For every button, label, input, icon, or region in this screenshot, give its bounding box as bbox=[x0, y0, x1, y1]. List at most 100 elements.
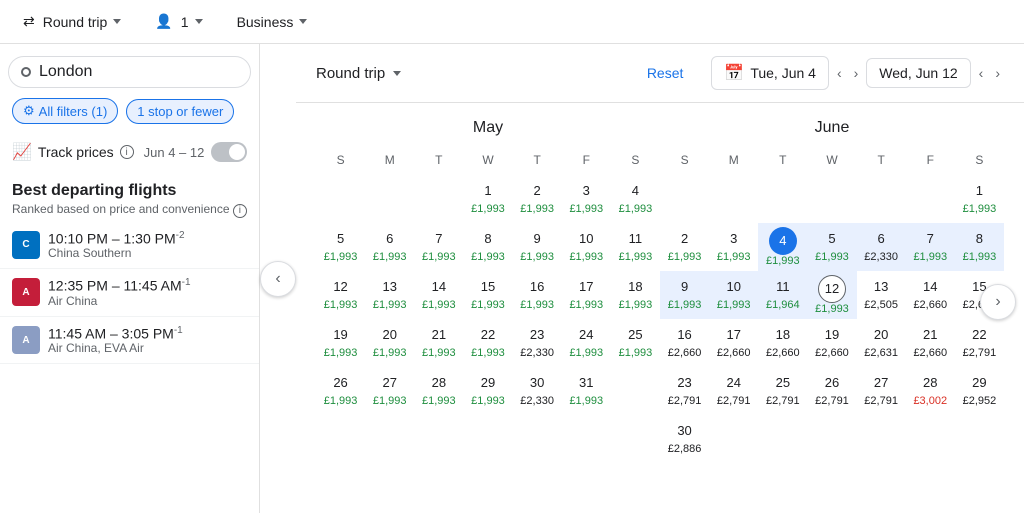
all-filters-label: All filters (1) bbox=[39, 104, 108, 119]
calendar-cell[interactable]: 13£2,505 bbox=[857, 271, 906, 319]
calendar-cell[interactable]: 21£2,660 bbox=[906, 319, 955, 367]
cabin-class-chevron bbox=[299, 19, 307, 24]
calendar-prev-button[interactable]: ‹ bbox=[260, 261, 296, 297]
return-prev-button[interactable]: ‹ bbox=[975, 63, 988, 83]
flight-item[interactable]: A11:45 AM – 3:05 PM-1Air China, EVA Air bbox=[0, 317, 259, 365]
calendar-cell[interactable]: 29£1,993 bbox=[463, 367, 512, 415]
calendar-cell[interactable]: 2£1,993 bbox=[660, 223, 709, 271]
calendar-cell[interactable]: 21£1,993 bbox=[414, 319, 463, 367]
calendar-cell[interactable]: 25£1,993 bbox=[611, 319, 660, 367]
calendar-day-number: 9 bbox=[534, 227, 541, 251]
calendar-cell[interactable]: 26£2,791 bbox=[807, 367, 856, 415]
calendar-day-number: 24 bbox=[579, 323, 593, 347]
calendar-cell[interactable]: 23£2,791 bbox=[660, 367, 709, 415]
depart-prev-button[interactable]: ‹ bbox=[833, 63, 846, 83]
calendar-cell[interactable]: 30£2,886 bbox=[660, 415, 709, 463]
calendar-cell[interactable]: 8£1,993 bbox=[463, 223, 512, 271]
calendar-cell[interactable]: 9£1,993 bbox=[660, 271, 709, 319]
calendar-cell[interactable]: 7£1,993 bbox=[414, 223, 463, 271]
calendar-cell[interactable]: 9£1,993 bbox=[513, 223, 562, 271]
calendar-day-number: 29 bbox=[972, 371, 986, 395]
calendar-cell[interactable]: 17£2,660 bbox=[709, 319, 758, 367]
search-row[interactable]: London bbox=[8, 56, 251, 88]
calendar-cell[interactable]: 20£2,631 bbox=[857, 319, 906, 367]
calendar-cell[interactable]: 14£1,993 bbox=[414, 271, 463, 319]
calendar-trip-type-selector[interactable]: Round trip bbox=[316, 65, 401, 82]
calendar-cell[interactable]: 16£2,660 bbox=[660, 319, 709, 367]
calendar-cell[interactable]: 28£3,002 bbox=[906, 367, 955, 415]
calendar-day-number: 20 bbox=[382, 323, 396, 347]
calendar-day-number: 5 bbox=[828, 227, 835, 251]
calendar-cell[interactable]: 4£1,993 bbox=[758, 223, 807, 271]
calendar-cell[interactable]: 12£1,993 bbox=[807, 271, 856, 319]
calendar-day-price: £2,886 bbox=[668, 443, 702, 455]
calendar-cell[interactable]: 28£1,993 bbox=[414, 367, 463, 415]
calendar-cell[interactable]: 7£1,993 bbox=[906, 223, 955, 271]
calendar-cell[interactable]: 6£2,330 bbox=[857, 223, 906, 271]
calendar-day-number: 18 bbox=[776, 323, 790, 347]
calendar-cell[interactable]: 26£1,993 bbox=[316, 367, 365, 415]
cabin-class-button[interactable]: Business bbox=[226, 9, 319, 35]
calendar-cell[interactable]: 23£2,330 bbox=[513, 319, 562, 367]
calendar-cell[interactable]: 3£1,993 bbox=[709, 223, 758, 271]
calendar-cell[interactable]: 24£2,791 bbox=[709, 367, 758, 415]
calendar-cell[interactable]: 27£2,791 bbox=[857, 367, 906, 415]
trip-type-button[interactable]: ⇄ Round trip bbox=[12, 8, 132, 35]
calendar-cell[interactable]: 17£1,993 bbox=[562, 271, 611, 319]
best-flights-info-icon[interactable]: i bbox=[233, 204, 247, 218]
depart-next-button[interactable]: › bbox=[850, 63, 863, 83]
calendar-cell[interactable]: 30£2,330 bbox=[513, 367, 562, 415]
calendar-cell[interactable]: 13£1,993 bbox=[365, 271, 414, 319]
calendar-cell[interactable]: 2£1,993 bbox=[513, 175, 562, 223]
calendar-cell[interactable]: 15£1,993 bbox=[463, 271, 512, 319]
calendar-cell[interactable]: 10£1,993 bbox=[562, 223, 611, 271]
calendar-cell[interactable]: 1£1,993 bbox=[955, 175, 1004, 223]
calendar-day-price: £1,993 bbox=[963, 251, 997, 263]
calendar-cell[interactable]: 1£1,993 bbox=[463, 175, 512, 223]
reset-button[interactable]: Reset bbox=[647, 65, 684, 81]
passengers-button[interactable]: 👤 1 bbox=[144, 8, 213, 35]
calendar-cell[interactable]: 11£1,993 bbox=[611, 223, 660, 271]
depart-date-box[interactable]: 📅 Tue, Jun 4 bbox=[711, 56, 829, 90]
all-filters-button[interactable]: ⚙ All filters (1) bbox=[12, 98, 118, 124]
track-prices-info-icon[interactable]: i bbox=[120, 145, 134, 159]
return-date-box[interactable]: Wed, Jun 12 bbox=[866, 58, 970, 88]
calendar-cell[interactable]: 29£2,952 bbox=[955, 367, 1004, 415]
calendar-cell[interactable]: 6£1,993 bbox=[365, 223, 414, 271]
track-prices-toggle[interactable] bbox=[211, 142, 247, 162]
calendar-cell[interactable]: 4£1,993 bbox=[611, 175, 660, 223]
calendar-cell[interactable]: 18£1,993 bbox=[611, 271, 660, 319]
flight-item[interactable]: A12:35 PM – 11:45 AM-1Air China bbox=[0, 269, 259, 317]
right-panel: Round trip Reset 📅 Tue, Jun 4 ‹ › Wed, J… bbox=[296, 44, 1024, 513]
calendar-cell[interactable]: 31£1,993 bbox=[562, 367, 611, 415]
calendar-cell[interactable]: 22£2,791 bbox=[955, 319, 1004, 367]
calendar-cell bbox=[709, 415, 758, 463]
calendar-cell[interactable]: 27£1,993 bbox=[365, 367, 414, 415]
calendar-next-button[interactable]: › bbox=[980, 284, 1016, 320]
calendar-cell[interactable]: 14£2,660 bbox=[906, 271, 955, 319]
calendar-cell[interactable]: 25£2,791 bbox=[758, 367, 807, 415]
flight-item[interactable]: C10:10 PM – 1:30 PM-2China Southern bbox=[0, 222, 259, 270]
calendar-cell[interactable]: 11£1,964 bbox=[758, 271, 807, 319]
calendar-day-number: 10 bbox=[726, 275, 740, 299]
calendar-cell bbox=[807, 415, 856, 463]
calendar-cell[interactable]: 20£1,993 bbox=[365, 319, 414, 367]
calendar-cell[interactable]: 19£2,660 bbox=[807, 319, 856, 367]
calendar-day-price: £1,993 bbox=[324, 347, 358, 359]
calendar-cell[interactable]: 5£1,993 bbox=[316, 223, 365, 271]
calendar-cell[interactable]: 10£1,993 bbox=[709, 271, 758, 319]
calendar-cell[interactable]: 12£1,993 bbox=[316, 271, 365, 319]
calendar-day-number: 7 bbox=[435, 227, 442, 251]
calendar-cell[interactable]: 8£1,993 bbox=[955, 223, 1004, 271]
calendar-cell[interactable]: 19£1,993 bbox=[316, 319, 365, 367]
calendar-cell bbox=[906, 415, 955, 463]
calendar-cell[interactable]: 22£1,993 bbox=[463, 319, 512, 367]
calendar-cell[interactable]: 5£1,993 bbox=[807, 223, 856, 271]
calendar-cell[interactable]: 18£2,660 bbox=[758, 319, 807, 367]
return-next-button[interactable]: › bbox=[991, 63, 1004, 83]
calendar-cell[interactable]: 16£1,993 bbox=[513, 271, 562, 319]
calendar-cell[interactable]: 3£1,993 bbox=[562, 175, 611, 223]
calendar-cell[interactable]: 24£1,993 bbox=[562, 319, 611, 367]
calendar-cell bbox=[709, 175, 758, 223]
stop-filter-badge[interactable]: 1 stop or fewer bbox=[126, 99, 234, 124]
